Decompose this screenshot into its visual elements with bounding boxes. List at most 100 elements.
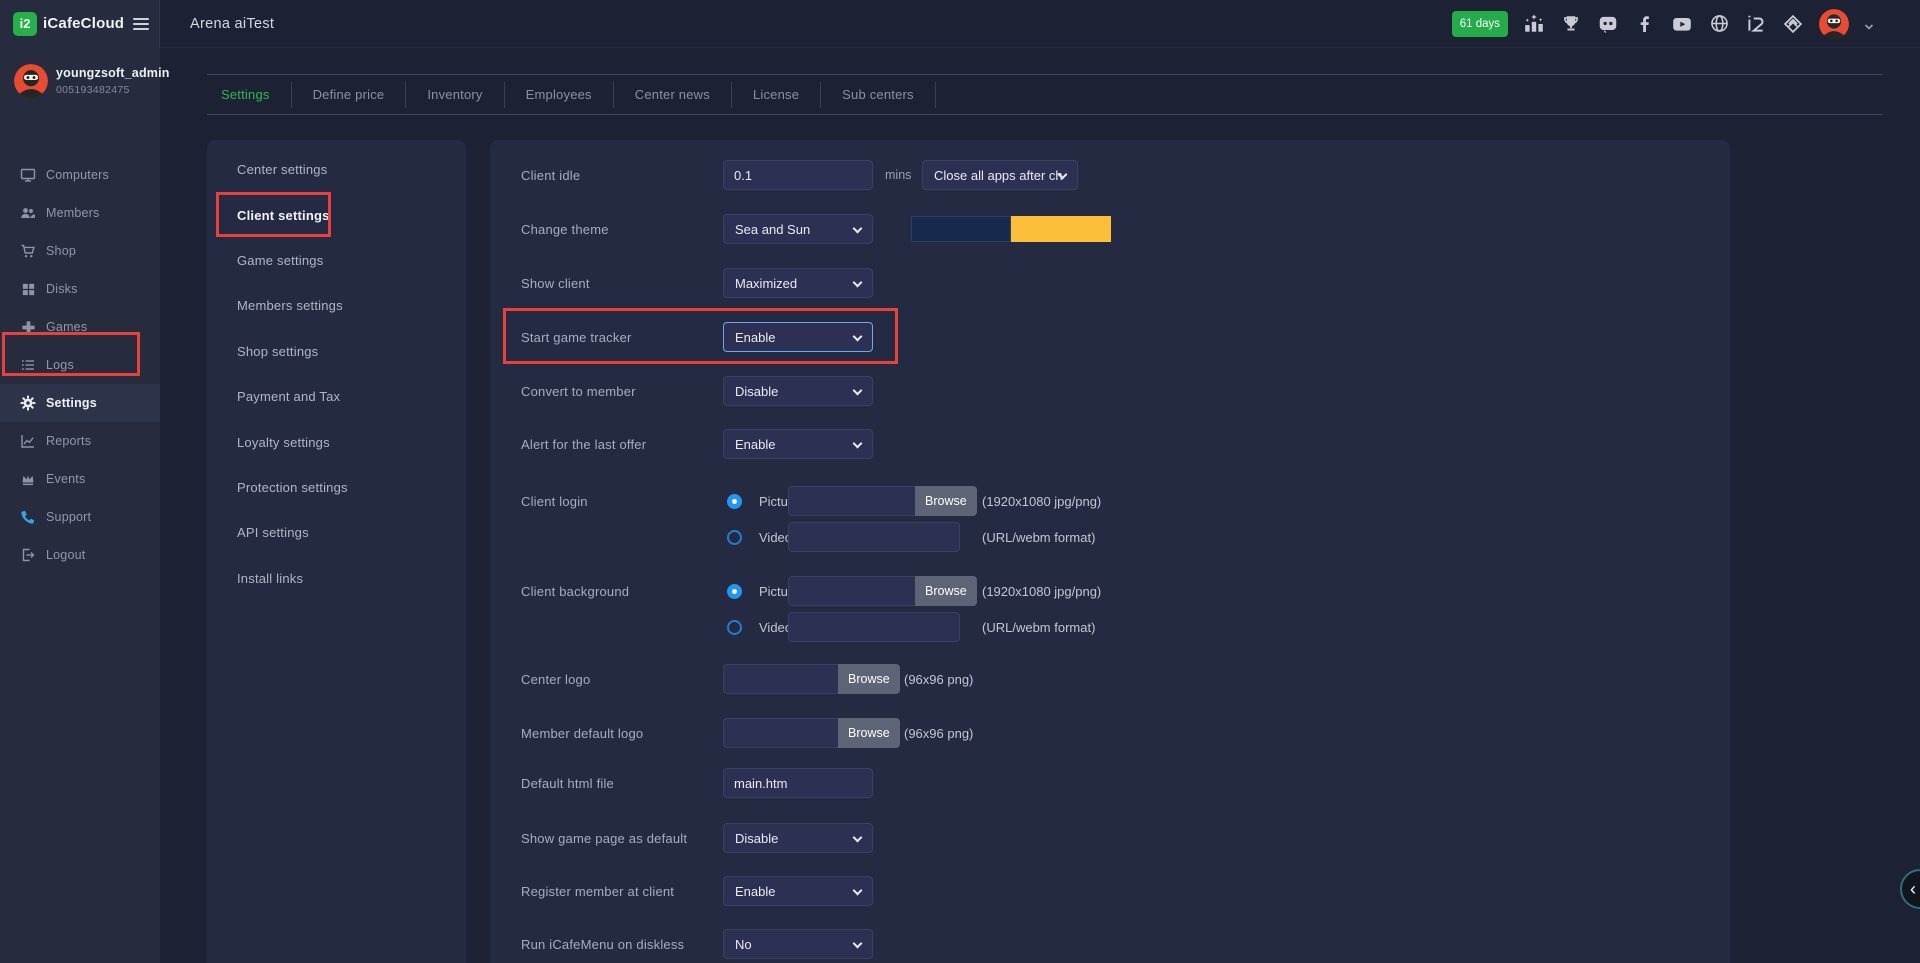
client-background-video-radio[interactable] xyxy=(727,620,742,635)
client-background-picture-browse-button[interactable]: Browse xyxy=(915,576,977,606)
center-logo-browse-button[interactable]: Browse xyxy=(838,664,900,694)
sidebar-item-computers[interactable]: Computers xyxy=(0,156,160,194)
sidebar-item-events[interactable]: Events xyxy=(0,460,160,498)
run-icafemenu-label: Run iCafeMenu on diskless xyxy=(521,937,684,952)
trial-days-badge[interactable]: 61 days xyxy=(1452,11,1508,37)
sidebar-item-support[interactable]: Support xyxy=(0,498,160,536)
convert-to-member-label: Convert to member xyxy=(521,384,636,399)
sidebar-item-reports[interactable]: Reports xyxy=(0,422,160,460)
default-html-file-label: Default html file xyxy=(521,776,614,791)
convert-to-member-select[interactable]: Disable xyxy=(723,376,873,406)
tab-sub-centers[interactable]: Sub centers xyxy=(821,87,935,102)
select-value: Enable xyxy=(735,884,775,899)
header: i2 iCafeCloud Arena aiTest 61 days xyxy=(0,0,1920,48)
show-client-select[interactable]: Maximized xyxy=(723,268,873,298)
member-default-logo-browse-button[interactable]: Browse xyxy=(838,718,900,748)
sidebar-item-settings[interactable]: Settings xyxy=(0,384,160,422)
submenu-protection-settings[interactable]: Protection settings xyxy=(207,465,466,510)
client-idle-action-select[interactable]: Close all apps after ch xyxy=(922,160,1078,190)
center-logo-hint: (96x96 png) xyxy=(904,672,973,687)
show-game-page-select[interactable]: Disable xyxy=(723,823,873,853)
submenu-members-settings[interactable]: Members settings xyxy=(207,283,466,328)
discord-icon[interactable] xyxy=(1597,13,1619,35)
chevron-down-icon[interactable] xyxy=(1864,19,1874,29)
chevron-down-icon xyxy=(853,386,863,396)
chevron-down-icon xyxy=(853,939,863,949)
client-login-video-radio[interactable] xyxy=(727,530,742,545)
tab-settings[interactable]: Settings xyxy=(207,87,291,102)
client-login-picture-input[interactable] xyxy=(788,486,915,516)
members-icon xyxy=(20,205,36,221)
select-value: No xyxy=(735,937,752,952)
theme-swatch-navy xyxy=(911,216,1011,242)
sidebar-item-label: Settings xyxy=(46,396,97,410)
chevron-down-icon xyxy=(853,332,863,342)
tab-employees[interactable]: Employees xyxy=(505,87,613,102)
client-background-video-hint: (URL/webm format) xyxy=(982,620,1095,635)
submenu-api-settings[interactable]: API settings xyxy=(207,510,466,555)
tab-inventory[interactable]: Inventory xyxy=(406,87,503,102)
submenu-center-settings[interactable]: Center settings xyxy=(207,147,466,192)
start-game-tracker-select[interactable]: Enable xyxy=(723,322,873,352)
client-login-picture-radio[interactable] xyxy=(727,494,742,509)
sidebar-item-label: Logout xyxy=(46,548,85,562)
change-theme-select[interactable]: Sea and Sun xyxy=(723,214,873,244)
globe-icon[interactable] xyxy=(1708,13,1730,35)
sidebar-item-label: Games xyxy=(46,320,87,334)
tab-define-price[interactable]: Define price xyxy=(292,87,406,102)
tab-center-news[interactable]: Center news xyxy=(614,87,731,102)
register-member-select[interactable]: Enable xyxy=(723,876,873,906)
submenu-client-settings[interactable]: Client settings xyxy=(207,192,466,237)
client-idle-input[interactable] xyxy=(723,160,873,190)
client-background-picture-hint: (1920x1080 jpg/png) xyxy=(982,584,1101,599)
submenu-loyalty-settings[interactable]: Loyalty settings xyxy=(207,419,466,464)
sidebar-item-shop[interactable]: Shop xyxy=(0,232,160,270)
sidebar-item-logs[interactable]: Logs xyxy=(0,346,160,384)
tab-license[interactable]: License xyxy=(732,87,820,102)
hamburger-menu-icon[interactable] xyxy=(133,18,149,30)
member-default-logo-hint: (96x96 png) xyxy=(904,726,973,741)
client-login-video-input[interactable] xyxy=(788,522,960,552)
chart-icon xyxy=(20,433,36,449)
client-background-picture-radio[interactable] xyxy=(727,584,742,599)
submenu-payment-and-tax[interactable]: Payment and Tax xyxy=(207,374,466,419)
icafecloud-glyph-icon[interactable] xyxy=(1745,13,1767,35)
trophy-icon[interactable] xyxy=(1560,13,1582,35)
sidebar-item-members[interactable]: Members xyxy=(0,194,160,232)
run-icafemenu-select[interactable]: No xyxy=(723,929,873,959)
crown-icon xyxy=(20,471,36,487)
sidebar-item-games[interactable]: Games xyxy=(0,308,160,346)
sidebar-item-disks[interactable]: Disks xyxy=(0,270,160,308)
alert-last-offer-select[interactable]: Enable xyxy=(723,429,873,459)
sidebar-item-label: Disks xyxy=(46,282,78,296)
sidebar-item-logout[interactable]: Logout xyxy=(0,536,160,574)
client-login-picture-hint: (1920x1080 jpg/png) xyxy=(982,494,1101,509)
show-game-page-label: Show game page as default xyxy=(521,831,687,846)
windows-icon xyxy=(20,281,36,297)
youtube-icon[interactable] xyxy=(1671,13,1693,35)
select-value: Maximized xyxy=(735,276,797,291)
change-theme-label: Change theme xyxy=(521,222,609,237)
client-background-picture-input[interactable] xyxy=(788,576,915,606)
ranking-icon[interactable] xyxy=(1523,13,1545,35)
submenu-shop-settings[interactable]: Shop settings xyxy=(207,329,466,374)
default-html-file-input[interactable] xyxy=(723,768,873,798)
submenu-game-settings[interactable]: Game settings xyxy=(207,238,466,283)
cart-icon xyxy=(20,243,36,259)
header-actions: 61 days xyxy=(1452,9,1920,39)
user-id: 005193482475 xyxy=(56,84,170,96)
youngzsoft-logo-icon[interactable] xyxy=(1782,13,1804,35)
client-background-video-input[interactable] xyxy=(788,612,960,642)
client-login-picture-browse-button[interactable]: Browse xyxy=(915,486,977,516)
sidebar-item-label: Events xyxy=(46,472,85,486)
facebook-icon[interactable] xyxy=(1634,13,1656,35)
brand-name: iCafeCloud xyxy=(43,15,124,32)
avatar[interactable] xyxy=(1819,9,1849,39)
member-default-logo-input[interactable] xyxy=(723,718,838,748)
center-logo-input[interactable] xyxy=(723,664,838,694)
theme-preview-swatches xyxy=(911,216,1111,242)
user-avatar[interactable] xyxy=(14,64,48,98)
collapse-panel-button[interactable]: ‹ xyxy=(1900,869,1920,909)
member-default-logo-label: Member default logo xyxy=(521,726,643,741)
submenu-install-links[interactable]: Install links xyxy=(207,556,466,601)
